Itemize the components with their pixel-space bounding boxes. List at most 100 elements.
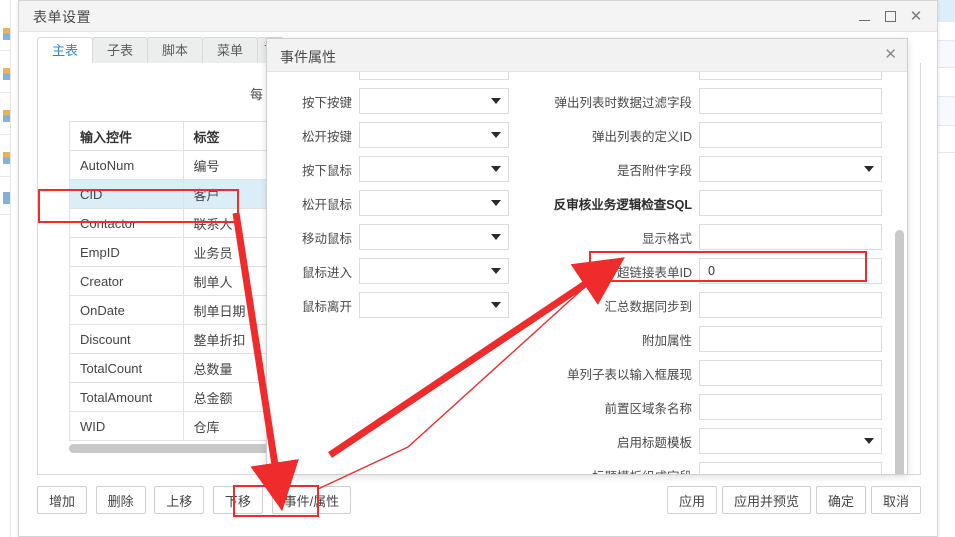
- chevron-down-icon: [491, 98, 501, 104]
- field-dropdown[interactable]: [359, 224, 509, 250]
- event-field-mouse-enter: 鼠标进入: [267, 254, 521, 288]
- apply-and-preview-button[interactable]: 应用并预览: [722, 486, 811, 514]
- chevron-down-icon: [864, 438, 874, 444]
- property-field-extra-attributes: 附加属性: [521, 322, 895, 356]
- event-property-button[interactable]: 事件/属性: [272, 486, 352, 514]
- cell-field: Contactor: [70, 209, 184, 238]
- field-label: 鼠标进入: [267, 262, 359, 281]
- event-dialog-scrollbar[interactable]: [895, 112, 904, 474]
- background-row-icon-3: [3, 110, 10, 122]
- cell-field: Discount: [70, 325, 184, 354]
- table-row-cid-selected[interactable]: CID 客户: [70, 180, 297, 209]
- field-dropdown[interactable]: [359, 156, 509, 182]
- field-input[interactable]: [699, 224, 882, 250]
- close-icon[interactable]: ✕: [903, 4, 929, 30]
- delete-button[interactable]: 删除: [96, 486, 146, 514]
- chevron-down-icon: [491, 132, 501, 138]
- cancel-button[interactable]: 取消: [871, 486, 921, 514]
- grid-scrollbar-thumb[interactable]: [69, 444, 274, 453]
- property-field-prefix-area-name: 前置区域条名称: [521, 390, 895, 424]
- property-field-popup-define-id: 弹出列表的定义ID: [521, 118, 895, 152]
- minimize-icon[interactable]: [851, 4, 877, 30]
- background-tick-2: [0, 50, 10, 51]
- field-input[interactable]: [699, 122, 882, 148]
- field-dropdown[interactable]: [359, 258, 509, 284]
- window-controls: ✕: [851, 1, 929, 32]
- tab-sub-table[interactable]: 子表: [92, 37, 148, 64]
- field-input[interactable]: [699, 326, 882, 352]
- field-dropdown[interactable]: [699, 428, 882, 454]
- table-row[interactable]: Discount 整单折扣: [70, 325, 297, 354]
- ok-button[interactable]: 确定: [816, 486, 866, 514]
- cell-field: AutoNum: [70, 151, 184, 180]
- property-field-single-col-subtable: 单列子表以输入框展现: [521, 356, 895, 390]
- background-row-icon-5: [3, 192, 10, 204]
- field-input[interactable]: [699, 394, 882, 420]
- field-input[interactable]: [699, 462, 882, 474]
- event-dialog-body: 按下按键 松开按键 按下鼠标 松开鼠标: [267, 72, 907, 474]
- move-up-button[interactable]: 上移: [154, 486, 204, 514]
- field-input[interactable]: [699, 190, 882, 216]
- event-field-key-down: 按下按键: [267, 84, 521, 118]
- event-field-mouse-leave: 鼠标离开: [267, 288, 521, 322]
- field-label: 鼠标离开: [267, 296, 359, 315]
- tab-main-table[interactable]: 主表: [37, 37, 93, 64]
- table-row[interactable]: WID 仓库: [70, 412, 297, 441]
- event-right-column: 弹出列表时数据过滤字段 弹出列表的定义ID 是否附件字段 反审核业务逻辑检查SQ…: [521, 72, 895, 474]
- event-dialog-close-icon[interactable]: ✕: [884, 45, 897, 63]
- apply-button[interactable]: 应用: [667, 486, 717, 514]
- grid-horizontal-scrollbar[interactable]: [69, 444, 297, 453]
- tab-menu[interactable]: 菜单: [202, 37, 258, 64]
- table-row[interactable]: Contactor 联系人: [70, 209, 297, 238]
- field-label: 汇总数据同步到: [521, 296, 699, 315]
- field-input[interactable]: [699, 292, 882, 318]
- field-input[interactable]: [699, 360, 882, 386]
- event-scrollbar-thumb[interactable]: [895, 230, 904, 474]
- field-dropdown[interactable]: [359, 72, 509, 80]
- tab-script[interactable]: 脚本: [147, 37, 203, 64]
- background-row-icon-2: [3, 68, 10, 80]
- field-label: 附加属性: [521, 330, 699, 349]
- field-input[interactable]: [699, 88, 882, 114]
- move-down-button[interactable]: 下移: [213, 486, 263, 514]
- add-button[interactable]: 增加: [37, 486, 87, 514]
- property-field-title-template-fields: 标题模板组成字段: [521, 458, 895, 474]
- table-row[interactable]: TotalAmount 总金额: [70, 383, 297, 412]
- table-row[interactable]: OnDate 制单日期: [70, 296, 297, 325]
- chevron-down-icon: [491, 268, 501, 274]
- field-label: 按下按键: [267, 92, 359, 111]
- event-field-mouse-down: 按下鼠标: [267, 152, 521, 186]
- field-label: 前置区域条名称: [521, 398, 699, 417]
- input-control-grid-wrapper: 输入控件 标签 AutoNum 编号 CID 客户: [69, 121, 297, 453]
- window-titlebar: 表单设置 ✕: [19, 1, 937, 32]
- background-divider: [10, 0, 11, 537]
- field-dropdown[interactable]: [359, 190, 509, 216]
- property-field-is-attachment: 是否附件字段: [521, 152, 895, 186]
- background-tick-5: [0, 176, 10, 177]
- table-row[interactable]: TotalCount 总数量: [70, 354, 297, 383]
- event-dialog-title: 事件属性: [280, 47, 336, 67]
- maximize-icon[interactable]: [877, 4, 903, 30]
- table-header-row: 输入控件 标签: [70, 122, 297, 151]
- table-row[interactable]: Creator 制单人: [70, 267, 297, 296]
- field-input[interactable]: 0: [699, 258, 882, 284]
- field-label: 是否附件字段: [521, 160, 699, 179]
- cell-field: Creator: [70, 267, 184, 296]
- table-row[interactable]: EmpID 业务员: [70, 238, 297, 267]
- property-field-unaudit-sql: 反审核业务逻辑检查SQL: [521, 186, 895, 220]
- field-dropdown[interactable]: [359, 122, 509, 148]
- field-dropdown[interactable]: [359, 88, 509, 114]
- field-label: 反审核业务逻辑检查SQL: [521, 194, 699, 213]
- chevron-down-icon: [491, 302, 501, 308]
- background-row-icon-4: [3, 152, 10, 164]
- property-field-enable-title-template: 启用标题模板: [521, 424, 895, 458]
- cell-field: TotalAmount: [70, 383, 184, 412]
- background-tick-4: [0, 134, 10, 135]
- field-value: 0: [708, 264, 715, 278]
- field-input[interactable]: [699, 72, 882, 80]
- property-field-popup-filter: 弹出列表时数据过滤字段: [521, 84, 895, 118]
- field-dropdown[interactable]: [359, 292, 509, 318]
- chevron-down-icon: [491, 234, 501, 240]
- table-row[interactable]: AutoNum 编号: [70, 151, 297, 180]
- field-dropdown[interactable]: [699, 156, 882, 182]
